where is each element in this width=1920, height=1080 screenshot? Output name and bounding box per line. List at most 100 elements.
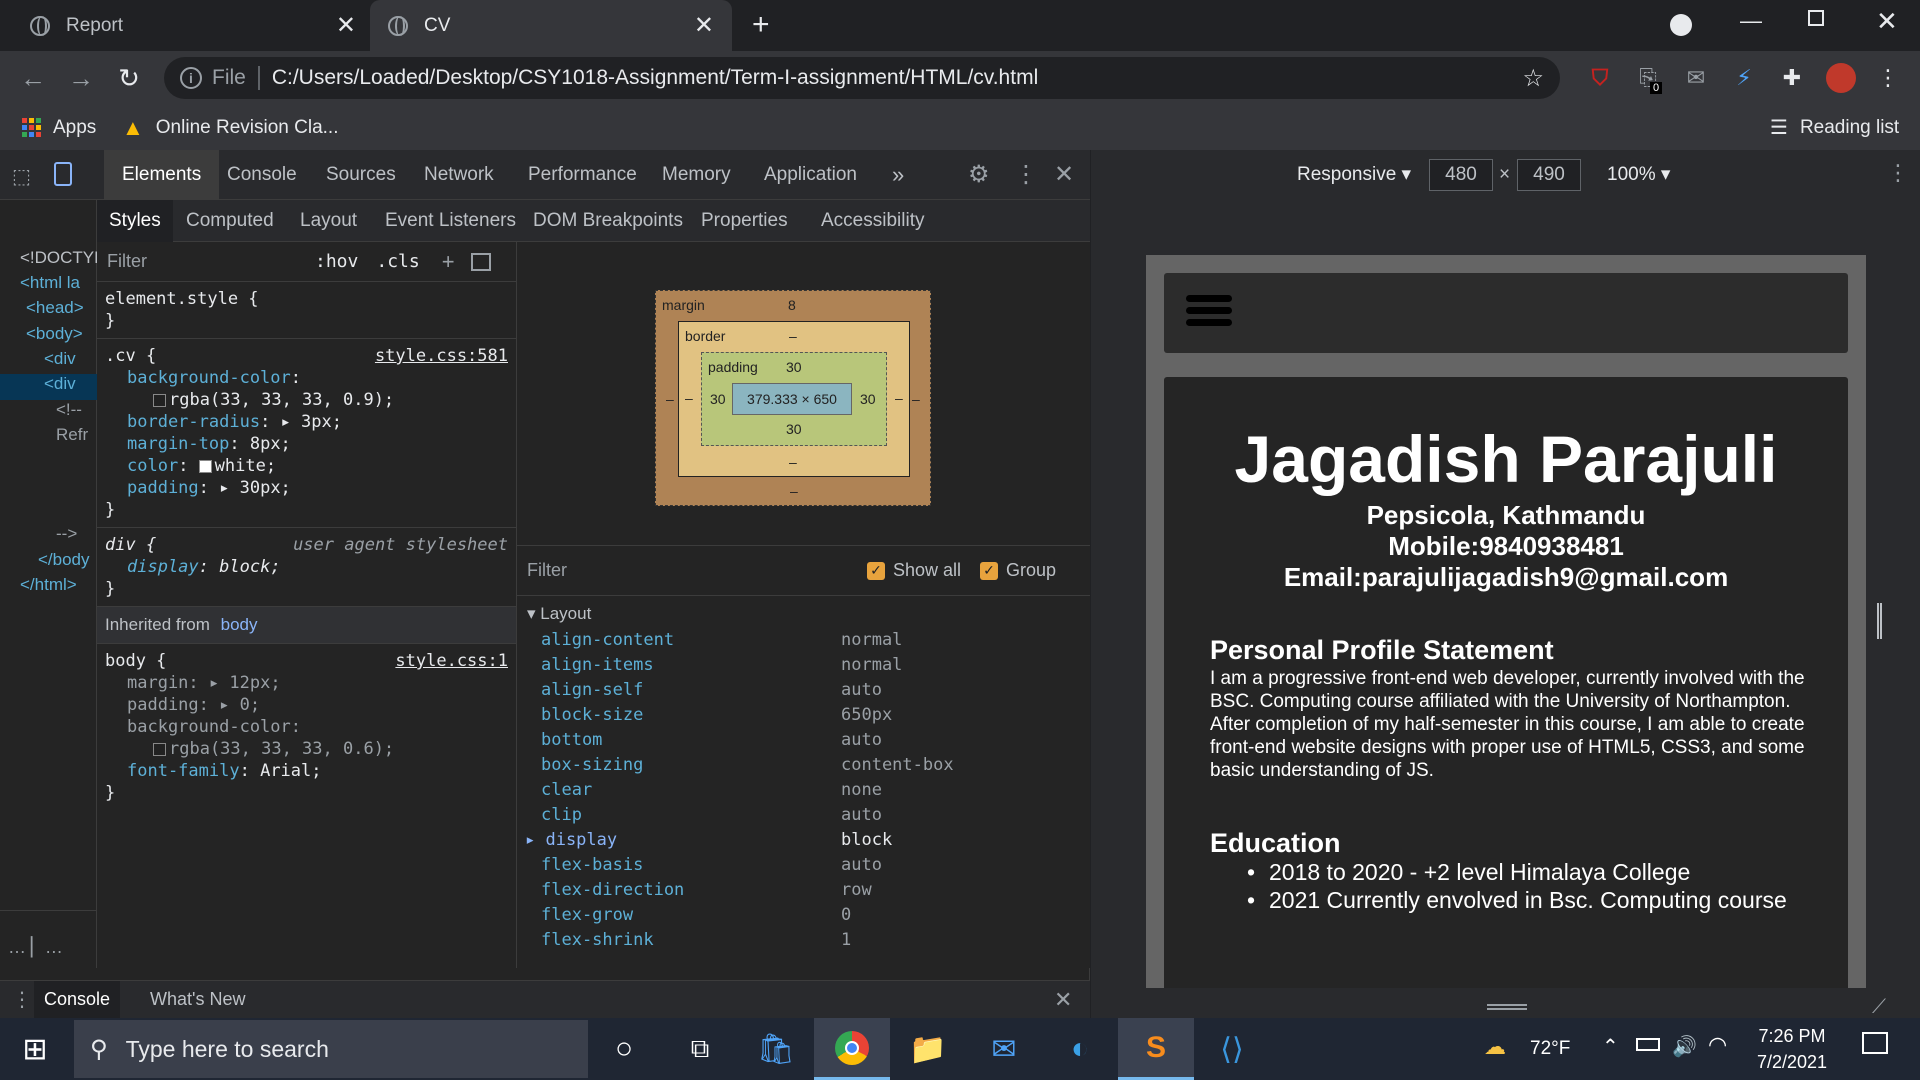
dom-comment[interactable]: --> — [56, 524, 77, 550]
computed-property-row[interactable]: flex-direction row — [541, 880, 1081, 905]
computed-property-row[interactable]: clip auto — [541, 805, 1081, 830]
drawer-close-icon[interactable]: ✕ — [1054, 987, 1072, 1013]
clock-time[interactable]: 7:26 PM — [1752, 1026, 1832, 1047]
info-icon[interactable]: i — [180, 67, 202, 89]
box-model-content[interactable]: 379.333 × 650 — [732, 383, 852, 415]
device-mode-select[interactable]: Responsive ▾ — [1297, 163, 1411, 186]
subtab-accessibility[interactable]: Accessibility — [809, 200, 936, 242]
breadcrumb[interactable]: … ▏… — [0, 910, 97, 968]
close-tab-icon[interactable]: ✕ — [336, 11, 356, 40]
computed-property-row[interactable]: box-sizing content-box — [541, 755, 1081, 780]
taskbar-search[interactable]: ⚲ Type here to search — [74, 1020, 588, 1078]
viewport-resize-handle-right[interactable] — [1877, 603, 1882, 639]
subtab-computed[interactable]: Computed — [174, 200, 286, 242]
gear-icon[interactable]: ⚙ — [968, 160, 990, 189]
notifications-icon[interactable] — [1862, 1032, 1888, 1054]
computed-property-row[interactable]: align-content normal — [541, 630, 1081, 655]
viewport-resize-handle-bottom[interactable] — [1487, 1004, 1527, 1010]
device-height-input[interactable]: 490 — [1517, 159, 1581, 191]
clock-date[interactable]: 7/2/2021 — [1752, 1052, 1832, 1073]
sublime-text-icon[interactable]: S — [1118, 1018, 1194, 1080]
devtools-menu-icon[interactable]: ⋮ — [1014, 160, 1038, 189]
wifi-icon[interactable]: ◠ — [1708, 1032, 1727, 1058]
new-tab-button[interactable]: + — [752, 8, 770, 42]
drawer-menu-icon[interactable]: ⋮ — [12, 987, 32, 1012]
tab-sources[interactable]: Sources — [308, 150, 414, 200]
hamburger-menu-icon[interactable] — [1186, 295, 1232, 331]
dom-node[interactable]: <head> — [26, 298, 84, 324]
tab-memory[interactable]: Memory — [644, 150, 749, 200]
computed-property-row[interactable]: align-items normal — [541, 655, 1081, 680]
computed-filter-input[interactable]: Filter — [527, 560, 567, 581]
battery-icon[interactable] — [1636, 1038, 1660, 1051]
ublock-icon[interactable]: ⛉ — [1586, 64, 1614, 92]
edge-icon[interactable]: ◐ — [1042, 1018, 1118, 1080]
mail-icon[interactable]: ✉ — [1682, 64, 1710, 92]
color-swatch[interactable] — [153, 742, 166, 756]
tab-report[interactable]: Report ✕ — [12, 0, 374, 51]
weather-temp[interactable]: 72°F — [1530, 1038, 1570, 1060]
url-text[interactable]: C:/Users/Loaded/Desktop/CSY1018-Assignme… — [272, 66, 1038, 90]
device-width-input[interactable]: 480 — [1429, 159, 1493, 191]
dom-comment[interactable]: <!-- — [56, 400, 82, 426]
dom-node-selected[interactable]: <div — [0, 374, 97, 400]
tab-console[interactable]: Console — [209, 150, 315, 200]
computed-property-row[interactable]: clear none — [541, 780, 1081, 805]
inherited-body-link[interactable]: body — [221, 615, 258, 634]
cv-rule-source-link[interactable]: style.css:581 — [375, 345, 508, 367]
dom-node[interactable]: <div — [44, 349, 76, 375]
subtab-properties[interactable]: Properties — [689, 200, 800, 242]
subtab-dom-breakpoints[interactable]: DOM Breakpoints — [521, 200, 695, 242]
subtab-event-listeners[interactable]: Event Listeners — [373, 200, 528, 242]
drawer-tab-console[interactable]: Console — [34, 981, 121, 1018]
dom-node[interactable]: </body — [38, 550, 90, 576]
tab-search-icon[interactable] — [1670, 14, 1692, 36]
computed-property-row[interactable]: flex-shrink 1 — [541, 930, 1081, 955]
close-tab-icon[interactable]: ✕ — [694, 11, 714, 40]
tab-network[interactable]: Network — [406, 150, 512, 200]
tray-chevron-icon[interactable]: ⌃ — [1602, 1034, 1619, 1059]
show-all-checkbox[interactable]: ✓ Show all — [867, 560, 961, 581]
restore-icon[interactable] — [1808, 10, 1824, 26]
computed-property-row[interactable]: bottom auto — [541, 730, 1081, 755]
computed-property-row[interactable]: flex-basis auto — [541, 855, 1081, 880]
computed-property-row[interactable]: block-size 650px — [541, 705, 1081, 730]
store-icon[interactable]: 🛍 — [738, 1018, 814, 1080]
avatar[interactable] — [1826, 63, 1856, 93]
tab-cv[interactable]: CV ✕ — [370, 0, 732, 51]
file-explorer-icon[interactable]: 📁 — [890, 1018, 966, 1080]
dom-node[interactable]: </html> — [20, 575, 77, 601]
chrome-icon[interactable] — [814, 1018, 890, 1080]
more-tabs-icon[interactable]: » — [874, 150, 922, 200]
back-icon[interactable]: ← — [14, 59, 52, 97]
computed-property-row[interactable]: align-self auto — [541, 680, 1081, 705]
bookmark-apps[interactable]: Apps — [22, 105, 96, 150]
inspect-element-icon[interactable]: ⬚ — [12, 164, 31, 189]
volume-icon[interactable]: 🔊 — [1672, 1034, 1697, 1059]
reading-list-button[interactable]: ☰ Reading list — [1770, 105, 1899, 150]
cls-toggle[interactable]: .cls — [376, 251, 419, 272]
weather-icon[interactable]: ☁ — [1484, 1034, 1506, 1060]
extension-bolt-icon[interactable]: ⚡ — [1730, 64, 1758, 92]
dom-node[interactable]: <!DOCTYP — [20, 248, 106, 274]
tab-elements[interactable]: Elements — [104, 150, 220, 200]
dom-comment[interactable]: Refr — [56, 425, 88, 451]
bookmark-online-revision[interactable]: ▲ Online Revision Cla... — [122, 105, 338, 150]
reload-icon[interactable]: ↻ — [110, 59, 148, 97]
viewport-resize-corner-icon[interactable]: ⟋ — [1872, 996, 1886, 1019]
hov-toggle[interactable]: :hov — [315, 251, 358, 272]
subtab-styles[interactable]: Styles — [97, 200, 173, 242]
dom-node[interactable]: <body> — [26, 324, 83, 350]
styles-filter-input[interactable]: Filter — [107, 251, 287, 272]
new-rule-icon[interactable]: + — [442, 249, 455, 275]
task-view-icon[interactable]: ⧉ — [662, 1018, 738, 1080]
color-swatch[interactable] — [153, 393, 166, 407]
device-menu-icon[interactable]: ⋮ — [1887, 160, 1909, 186]
forward-icon[interactable]: → — [62, 59, 100, 97]
menu-kebab-icon[interactable]: ⋮ — [1874, 64, 1902, 92]
drawer-tab-whats-new[interactable]: What's New — [140, 981, 255, 1018]
cortana-icon[interactable]: ○ — [586, 1018, 662, 1080]
bookmark-star-icon[interactable]: ☆ — [1522, 64, 1544, 93]
group-checkbox[interactable]: ✓ Group — [980, 560, 1056, 581]
mail-app-icon[interactable]: ✉ — [966, 1018, 1042, 1080]
